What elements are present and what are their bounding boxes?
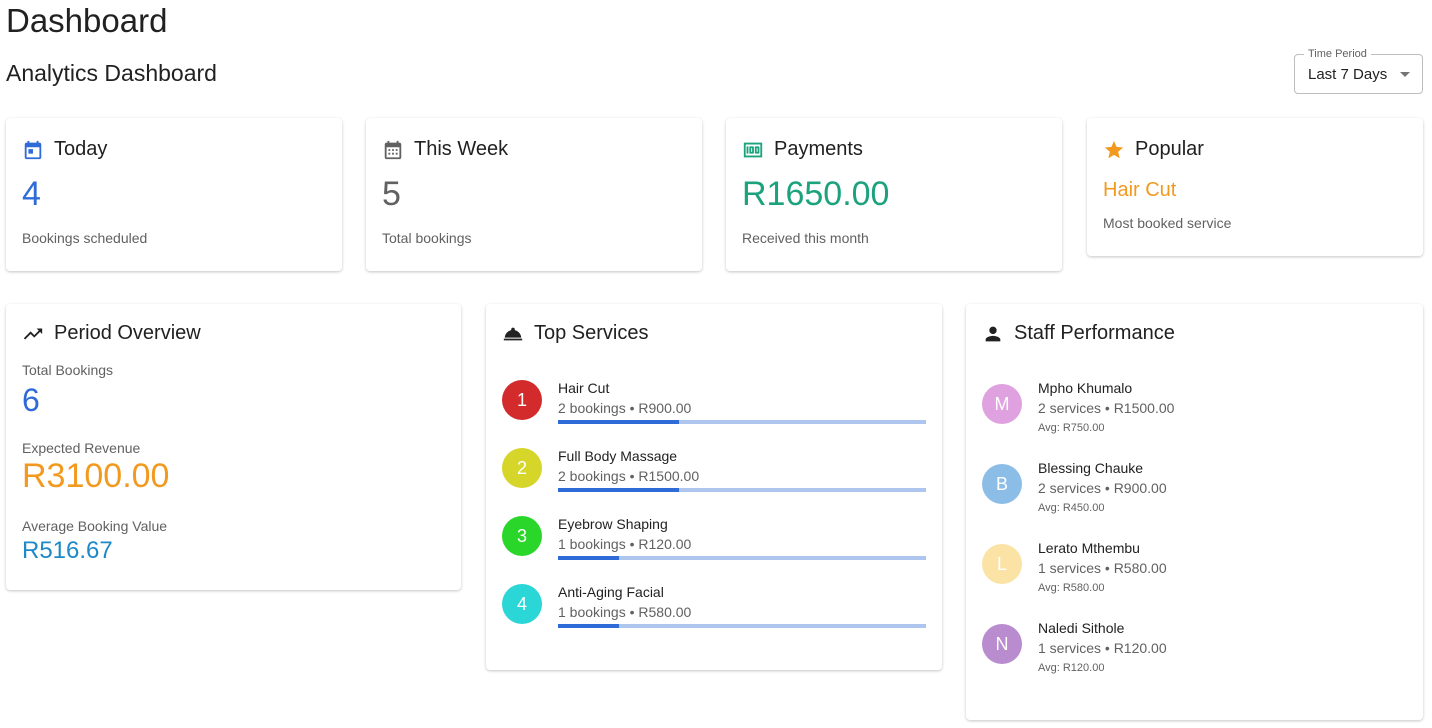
expected-revenue-value: R3100.00 xyxy=(22,457,170,495)
service-name: Hair Cut xyxy=(558,380,610,396)
service-share-bar xyxy=(558,556,926,560)
staff-average: Avg: R750.00 xyxy=(1038,422,1105,434)
staff-meta: 2 services • R900.00 xyxy=(1038,480,1167,496)
service-share-bar xyxy=(558,624,926,628)
avatar: N xyxy=(982,624,1022,664)
avatar: B xyxy=(982,464,1022,504)
payments-value: R1650.00 xyxy=(742,175,890,213)
today-value: 4 xyxy=(22,175,41,213)
popular-value: Hair Cut xyxy=(1103,179,1177,201)
payments-subtitle: Received this month xyxy=(742,230,869,246)
service-meta: 2 bookings • R1500.00 xyxy=(558,468,700,484)
popular-title: Popular xyxy=(1135,138,1204,160)
service-rank-badge: 4 xyxy=(502,584,542,624)
page-title: Dashboard xyxy=(6,2,168,39)
service-name: Eyebrow Shaping xyxy=(558,516,668,532)
room-service-icon xyxy=(503,327,523,340)
person-icon xyxy=(985,326,1001,341)
staff-meta: 1 services • R120.00 xyxy=(1038,640,1167,656)
period-overview-card: Period Overview Total Bookings 6 Expecte… xyxy=(6,304,461,590)
top-services-title: Top Services xyxy=(534,322,649,344)
staff-meta: 1 services • R580.00 xyxy=(1038,560,1167,576)
today-card: Today 4 Bookings scheduled xyxy=(6,118,342,271)
staff-name: Lerato Mthembu xyxy=(1038,540,1140,556)
total-bookings-label: Total Bookings xyxy=(22,362,114,378)
calendar-today-icon xyxy=(24,140,42,159)
staff-item: L Lerato Mthembu 1 services • R580.00 Av… xyxy=(982,540,1402,610)
staff-meta: 2 services • R1500.00 xyxy=(1038,400,1175,416)
trending-up-icon xyxy=(23,328,43,339)
avatar: M xyxy=(982,384,1022,424)
staff-average: Avg: R120.00 xyxy=(1038,662,1105,674)
top-services-card: Top Services 1 Hair Cut 2 bookings • R90… xyxy=(486,304,942,670)
money-icon xyxy=(743,142,763,157)
avatar: L xyxy=(982,544,1022,584)
today-title: Today xyxy=(54,138,108,160)
star-icon xyxy=(1104,140,1124,158)
this-week-title: This Week xyxy=(414,138,509,160)
this-week-value: 5 xyxy=(382,175,401,213)
page-subtitle: Analytics Dashboard xyxy=(6,60,217,86)
time-period-value: Last 7 Days xyxy=(1308,66,1388,83)
popular-card: Popular Hair Cut Most booked service xyxy=(1087,118,1423,256)
service-item: 3 Eyebrow Shaping 1 bookings • R120.00 xyxy=(502,516,926,576)
expected-revenue-label: Expected Revenue xyxy=(22,440,141,456)
calendar-month-icon xyxy=(384,140,402,159)
this-week-subtitle: Total bookings xyxy=(382,230,472,246)
this-week-card: This Week 5 Total bookings xyxy=(366,118,702,271)
staff-item: M Mpho Khumalo 2 services • R1500.00 Avg… xyxy=(982,380,1402,450)
time-period-label: Time Period xyxy=(1304,48,1371,60)
staff-name: Blessing Chauke xyxy=(1038,460,1144,476)
service-meta: 2 bookings • R900.00 xyxy=(558,400,692,416)
service-rank-badge: 1 xyxy=(502,380,542,420)
service-meta: 1 bookings • R580.00 xyxy=(558,604,692,620)
service-item: 1 Hair Cut 2 bookings • R900.00 xyxy=(502,380,926,440)
service-item: 4 Anti-Aging Facial 1 bookings • R580.00 xyxy=(502,584,926,644)
service-meta: 1 bookings • R120.00 xyxy=(558,536,692,552)
payments-card: Payments R1650.00 Received this month xyxy=(726,118,1062,271)
service-share-bar xyxy=(558,420,926,424)
service-name: Full Body Massage xyxy=(558,448,678,464)
staff-name: Mpho Khumalo xyxy=(1038,380,1133,396)
staff-name: Naledi Sithole xyxy=(1038,620,1125,636)
staff-performance-title: Staff Performance xyxy=(1014,322,1175,344)
service-name: Anti-Aging Facial xyxy=(558,584,664,600)
period-overview-title: Period Overview xyxy=(54,322,201,344)
service-item: 2 Full Body Massage 2 bookings • R1500.0… xyxy=(502,448,926,508)
staff-item: N Naledi Sithole 1 services • R120.00 Av… xyxy=(982,620,1402,690)
payments-title: Payments xyxy=(774,138,863,160)
staff-performance-card: Staff Performance M Mpho Khumalo 2 servi… xyxy=(966,304,1423,720)
staff-average: Avg: R580.00 xyxy=(1038,582,1105,594)
service-share-bar xyxy=(558,488,926,492)
caret-down-icon xyxy=(1400,72,1410,77)
popular-subtitle: Most booked service xyxy=(1103,215,1232,231)
time-period-select[interactable]: Time Period Last 7 Days xyxy=(1294,48,1423,94)
today-subtitle: Bookings scheduled xyxy=(22,230,148,246)
total-bookings-value: 6 xyxy=(22,382,40,418)
staff-item: B Blessing Chauke 2 services • R900.00 A… xyxy=(982,460,1402,530)
staff-average: Avg: R450.00 xyxy=(1038,502,1105,514)
average-booking-value: R516.67 xyxy=(22,537,113,564)
service-rank-badge: 2 xyxy=(502,448,542,488)
service-rank-badge: 3 xyxy=(502,516,542,556)
